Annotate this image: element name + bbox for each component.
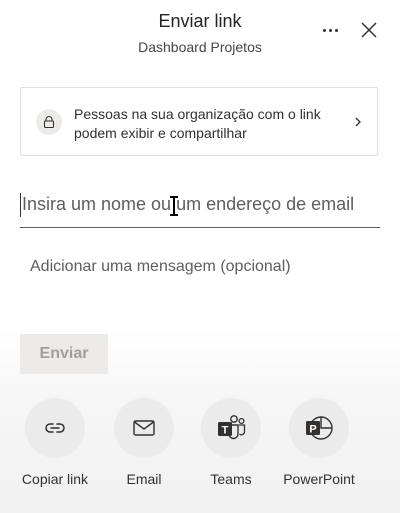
message-input[interactable]: Adicionar uma mensagem (opcional) bbox=[30, 258, 370, 276]
send-link-dialog: Enviar link Dashboard Projetos Pessoas n… bbox=[0, 0, 400, 513]
share-option-label: Email bbox=[126, 471, 162, 487]
more-dot bbox=[334, 28, 338, 32]
share-circle: T bbox=[201, 398, 261, 458]
powerpoint-icon: P bbox=[306, 416, 333, 440]
ibeam-cursor-icon bbox=[170, 196, 178, 216]
lock-icon bbox=[43, 116, 55, 129]
share-circle: P bbox=[289, 398, 349, 458]
share-option-email[interactable]: Email bbox=[99, 398, 189, 498]
teams-icon: T bbox=[218, 415, 246, 440]
more-options-button[interactable] bbox=[318, 18, 342, 42]
share-option-label: Copiar link bbox=[21, 471, 89, 487]
close-icon bbox=[361, 22, 377, 38]
link-permission-text: Pessoas na sua organização com o link po… bbox=[74, 106, 321, 141]
recipient-input-placeholder: Insira um nome ou um endereço de email bbox=[22, 194, 355, 214]
mail-icon bbox=[133, 420, 155, 436]
more-dot bbox=[328, 28, 332, 32]
close-button[interactable] bbox=[358, 19, 380, 41]
svg-text:P: P bbox=[309, 424, 316, 436]
share-circle bbox=[114, 398, 174, 458]
share-option-label: Teams bbox=[210, 471, 252, 487]
recipient-input[interactable]: Insira um nome ou um endereço de email bbox=[20, 188, 380, 228]
chevron-right-icon bbox=[355, 117, 361, 127]
lock-icon-container bbox=[36, 109, 62, 135]
more-dot bbox=[322, 28, 326, 32]
dialog-header: Enviar link Dashboard Projetos bbox=[0, 0, 400, 62]
text-caret bbox=[20, 193, 21, 217]
link-icon bbox=[45, 423, 65, 433]
share-option-teams[interactable]: T Teams bbox=[186, 398, 276, 498]
share-circle bbox=[25, 398, 85, 458]
share-option-copy-link[interactable]: Copiar link bbox=[10, 398, 100, 498]
svg-text:T: T bbox=[222, 425, 229, 437]
send-button[interactable]: Enviar bbox=[20, 334, 108, 374]
share-option-label: PowerPoint bbox=[283, 471, 355, 487]
link-settings-button[interactable]: Pessoas na sua organização com o link po… bbox=[20, 87, 378, 156]
share-option-powerpoint[interactable]: P PowerPoint bbox=[274, 398, 364, 498]
